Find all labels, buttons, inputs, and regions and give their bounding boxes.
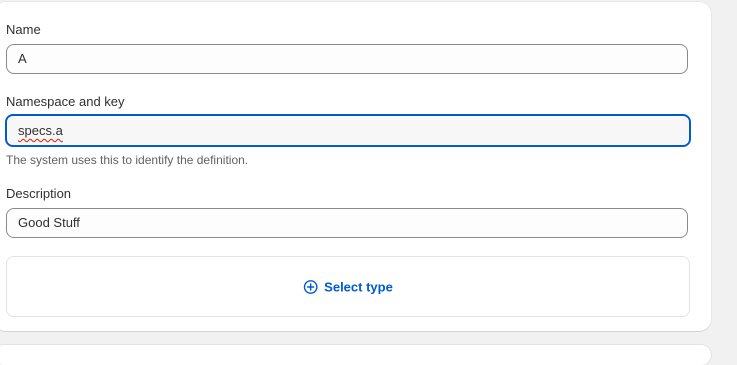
namespace-key-input[interactable]: specs.a — [5, 114, 691, 147]
plus-circle-icon — [303, 279, 318, 294]
namespace-label: Namespace and key — [6, 94, 125, 109]
select-type-button[interactable]: Select type — [303, 279, 393, 294]
select-type-label: Select type — [324, 279, 393, 294]
next-card — [0, 345, 711, 365]
description-label: Description — [6, 186, 72, 201]
name-input[interactable]: A — [6, 44, 688, 74]
select-type-box: Select type — [6, 256, 690, 317]
description-input-value: Good Stuff — [18, 215, 80, 230]
name-label: Name — [6, 22, 41, 37]
name-input-value: A — [18, 51, 27, 66]
description-input[interactable]: Good Stuff — [6, 208, 688, 238]
definition-form-card: Name A Namespace and key specs.a The sys… — [0, 2, 711, 331]
namespace-help-text: The system uses this to identify the def… — [6, 153, 249, 167]
namespace-input-value: specs.a — [18, 123, 63, 138]
